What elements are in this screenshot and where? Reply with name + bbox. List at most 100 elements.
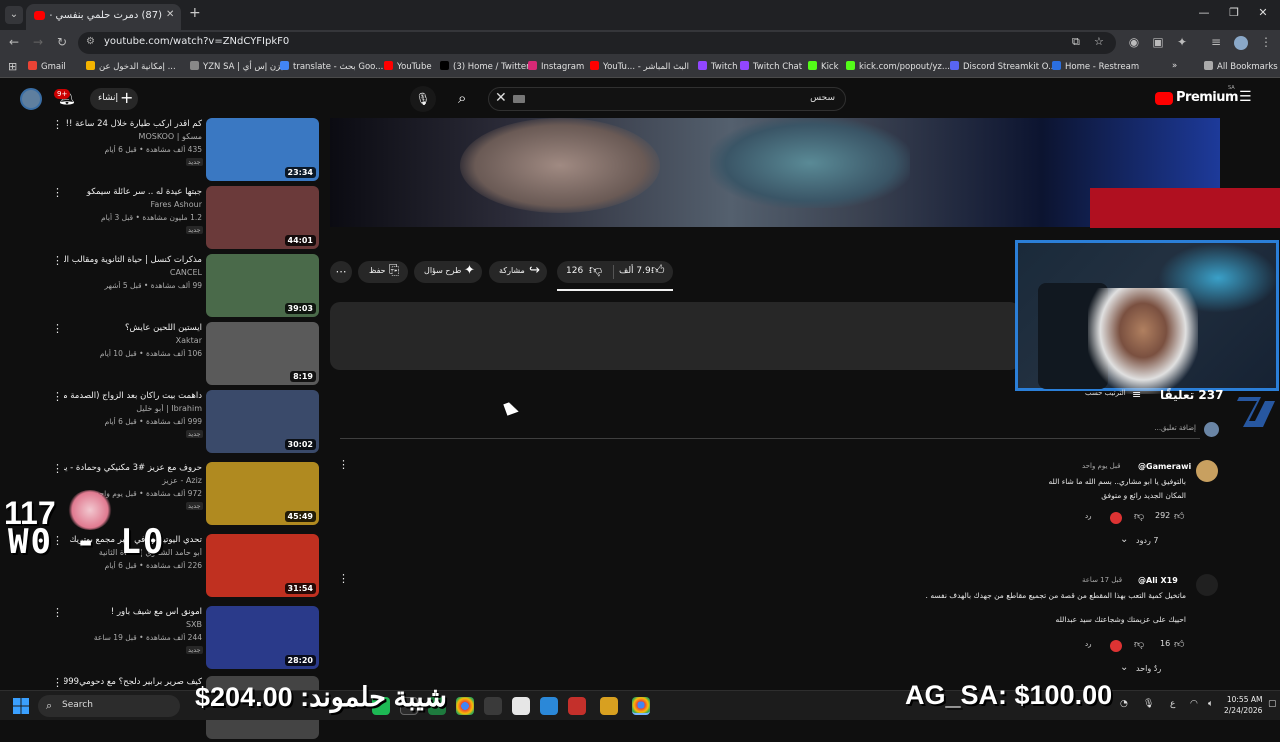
bookmark-item[interactable]: Instagram [528, 61, 584, 72]
recommendation-item[interactable]: ⋮ كم اقدر اركب طيارة خلال 24 ساعة !! MOSKO… [40, 118, 320, 184]
recommendation-thumbnail[interactable]: 28:20 [206, 606, 319, 669]
more-options-icon[interactable]: ⋮ [52, 254, 63, 267]
install-app-icon[interactable]: ⧉ [1072, 35, 1080, 49]
more-options-icon[interactable]: ⋮ [52, 118, 63, 131]
bookmark-star-icon[interactable]: ☆ [1094, 35, 1104, 48]
extension-icon[interactable]: ◉ [1126, 35, 1142, 49]
browser-tab-active[interactable]: (87) دمرت حلمي بنفسي - ...be ✕ [26, 4, 181, 30]
more-options-icon[interactable]: ⋮ [52, 322, 63, 335]
voice-search-mic-icon[interactable]: 🎙︎ [410, 86, 436, 112]
dislike-count[interactable]: 126 [566, 266, 583, 276]
recommendation-channel[interactable]: Xaktar [64, 336, 202, 345]
bookmark-item[interactable]: Kick [808, 61, 839, 72]
all-bookmarks-link[interactable]: All Bookmarks [1204, 61, 1278, 72]
more-options-icon[interactable]: ⋮ [52, 606, 63, 619]
add-comment-input[interactable]: إضافة تعليق... [1100, 424, 1196, 432]
comment-author-avatar[interactable] [1196, 574, 1218, 596]
keyboard-icon[interactable] [513, 95, 525, 103]
recommendation-item[interactable]: ⋮ امونق اس مع شيف باور ! SXB 244 ألف مشاهدة… [40, 606, 320, 672]
recommendation-thumbnail[interactable]: 39:03 [206, 254, 319, 317]
bookmark-item[interactable]: (3) Home / Twitter [440, 61, 530, 72]
extension-icon-2[interactable]: ▣ [1150, 35, 1166, 49]
like-count[interactable]: 7.9 ألف [619, 266, 651, 276]
tab-close-icon[interactable]: ✕ [166, 9, 174, 20]
comment-replies-toggle[interactable]: 7 ردود [1136, 536, 1159, 545]
sort-by-button[interactable]: الترتيب حسب [1085, 389, 1126, 397]
site-info-icon[interactable]: ⚙ [86, 36, 95, 47]
bookmark-item[interactable]: Twitch [698, 61, 738, 72]
apps-grid-icon[interactable]: ⊞ [8, 60, 17, 73]
extensions-puzzle-icon[interactable]: ✦ [1174, 35, 1190, 49]
reload-icon[interactable]: ↻ [54, 35, 70, 49]
recommendation-thumbnail[interactable]: 23:34 [206, 118, 319, 181]
tab-search-button[interactable]: ⌄ [5, 6, 23, 24]
chrome-active-app-icon[interactable] [632, 697, 650, 715]
recommendation-item[interactable]: ⋮داهمت بيت راكان بعد الزواج (الصدمة من ا… [40, 390, 320, 456]
youtube-premium-logo[interactable]: Premium [1176, 90, 1239, 105]
obs-app-icon[interactable] [484, 697, 502, 715]
comment-more-icon[interactable]: ⋮ [338, 572, 349, 585]
minimize-button[interactable]: — [1194, 6, 1214, 19]
address-bar[interactable]: ⚙ youtube.com/watch?v=ZNdCYFIpkF0 ⧉ ☆ [78, 32, 1116, 54]
create-button[interactable]: إنشاء + [90, 88, 138, 110]
search-icon[interactable]: ⌕ [458, 89, 466, 107]
recommendation-thumbnail[interactable]: 30:02 [206, 390, 319, 453]
network-icon[interactable]: ◔ [1120, 699, 1128, 709]
chevron-down-icon[interactable]: ⌄ [1120, 662, 1128, 673]
chrome-app-icon[interactable] [456, 697, 474, 715]
bookmarks-overflow-icon[interactable]: » [1172, 61, 1177, 71]
comment-author[interactable]: @Gamerawi [1138, 462, 1191, 471]
account-avatar[interactable] [20, 88, 42, 110]
comment-author-avatar[interactable] [1196, 460, 1218, 482]
recommendation-channel[interactable]: MOSKOO | مسكو [64, 132, 202, 141]
forward-icon[interactable]: → [30, 35, 46, 49]
recommendation-channel[interactable]: SXB [64, 620, 202, 629]
recommendation-channel[interactable]: أبو خليل | Ibrahim [64, 404, 202, 413]
comment-more-icon[interactable]: ⋮ [338, 458, 349, 471]
comment-author[interactable]: @Ali X19 [1138, 576, 1178, 585]
comment-dislike-icon[interactable]: 👎︎ [1134, 510, 1144, 522]
browser-menu-icon[interactable]: ⋮ [1258, 35, 1274, 49]
url-text[interactable]: youtube.com/watch?v=ZNdCYFIpkF0 [104, 36, 289, 47]
bookmark-item[interactable]: translate - بحث Goo... [280, 61, 383, 72]
app-icon-9[interactable] [600, 697, 618, 715]
share-button[interactable]: ↪ مشاركة [489, 261, 547, 283]
like-icon[interactable]: 👍︎ [651, 263, 665, 278]
app-icon-7[interactable] [540, 697, 558, 715]
recommendation-item[interactable]: ⋮مذكرات كنسل | حياة الثانوية ومقالب الجا… [40, 254, 320, 320]
comment-time[interactable]: قبل 17 ساعة [1082, 576, 1122, 584]
more-options-icon[interactable]: ⋮ [52, 462, 63, 475]
comment-like-icon[interactable]: 👍︎ [1174, 638, 1184, 650]
bookmark-item[interactable]: YZN SA | يزن إس أي [190, 61, 283, 72]
save-button[interactable]: ⎘ حفظ [358, 261, 408, 283]
sort-icon[interactable]: ≡ [1132, 388, 1141, 401]
taskbar-search[interactable]: ⌕ Search [38, 695, 180, 717]
more-options-icon[interactable]: ⋮ [52, 186, 63, 199]
guide-menu-icon[interactable]: ☰ [1239, 89, 1252, 105]
notification-center-icon[interactable]: ▢ [1268, 699, 1277, 709]
comment-like-icon[interactable]: 👍︎ [1174, 510, 1184, 522]
wifi-icon[interactable]: ◠ [1190, 699, 1198, 709]
bookmark-item[interactable]: Discord Streamkit O... [950, 61, 1056, 72]
recommendation-channel[interactable]: CANCEL [64, 268, 202, 277]
recommendation-item[interactable]: ⋮ جبتها عيدة له .. سر عائلة سيمكو Fares As… [40, 186, 320, 252]
more-actions-icon[interactable]: ⋯ [330, 261, 352, 283]
volume-icon[interactable]: 🔈︎ [1208, 699, 1213, 709]
clear-search-icon[interactable]: ✕ [495, 90, 507, 106]
comment-reply-button[interactable]: رد [1085, 640, 1092, 648]
bookmark-item[interactable]: إمكانية الدخول عن ... [86, 61, 176, 72]
new-tab-button[interactable]: + [189, 5, 201, 21]
description-box[interactable] [330, 302, 1020, 370]
bookmark-item[interactable]: Twitch Chat [740, 61, 802, 72]
maximize-button[interactable]: ❐ [1224, 6, 1244, 19]
back-icon[interactable]: ← [6, 35, 22, 49]
mic-tray-icon[interactable]: 🎙︎ [1143, 699, 1154, 709]
app-icon-6[interactable] [512, 697, 530, 715]
bookmark-item[interactable]: YouTu... - البث المباشر [590, 61, 689, 72]
recommendation-channel[interactable]: Fares Ashour [64, 200, 202, 209]
profile-avatar[interactable] [1234, 36, 1248, 50]
dislike-icon[interactable]: 👎︎ [589, 263, 602, 278]
recommendation-thumbnail[interactable]: 45:49 [206, 462, 319, 525]
taskbar-clock[interactable]: 10:55 AM 2/24/2026 [1224, 694, 1262, 716]
search-input[interactable]: ✕ سحس [488, 87, 846, 111]
